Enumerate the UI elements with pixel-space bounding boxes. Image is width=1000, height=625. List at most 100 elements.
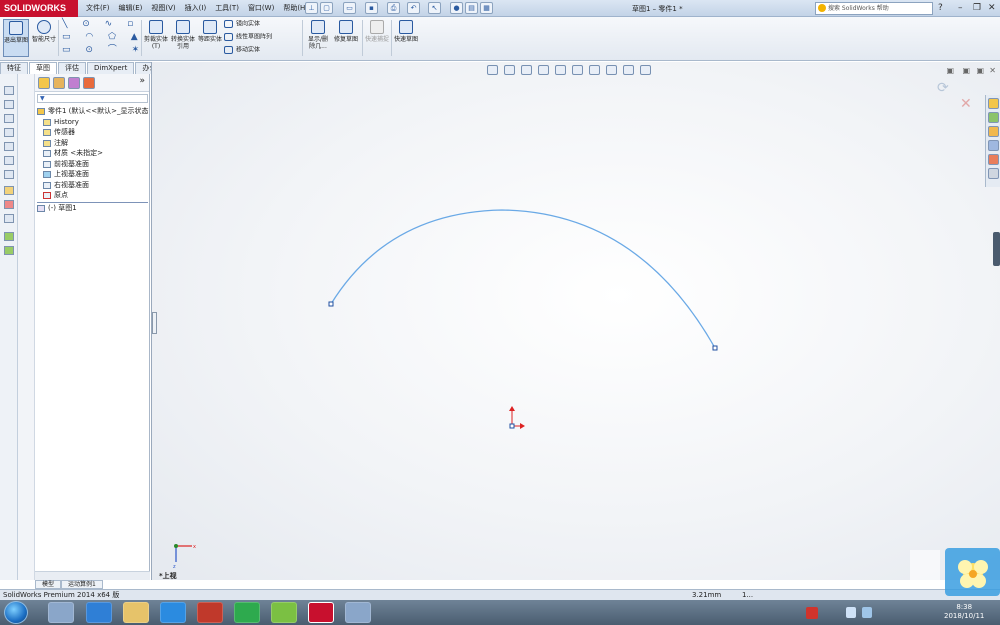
pin-icon[interactable]: ⊥ (305, 2, 318, 14)
tree-filter-input[interactable]: ▼ (37, 94, 148, 103)
tool-icon[interactable] (4, 156, 14, 165)
smart-dimension-button[interactable]: 智能尺寸 (31, 19, 57, 57)
help-icon[interactable]: ? (938, 3, 943, 13)
computer-icon[interactable] (48, 602, 74, 623)
tree-horizontal-scrollbar[interactable] (35, 571, 150, 580)
exit-sketch-button[interactable]: 退出草图 (3, 19, 29, 57)
move-entities-button[interactable]: 移动实体 (224, 46, 260, 55)
tree-item-sketch1[interactable]: (-) 草图1 (37, 202, 148, 213)
wps-sheet-icon[interactable] (234, 602, 260, 623)
tool-icon[interactable] (4, 142, 14, 151)
ie-browser-icon[interactable] (86, 602, 112, 623)
expand-arrows-icon[interactable]: » (139, 76, 145, 86)
tool-icon[interactable] (4, 170, 14, 179)
pdf-icon[interactable] (197, 602, 223, 623)
tree-item-right-plane[interactable]: 右视基准面 (43, 181, 89, 190)
tool-icon[interactable] (4, 114, 14, 123)
tool-icon[interactable] (4, 246, 14, 255)
system-clock[interactable]: 8:38 2018/10/11 (944, 603, 984, 621)
tree-item-origin[interactable]: 原点 (43, 191, 68, 200)
line-circle-spline-tools[interactable]: ╲ ⊙ ∿ ▫ (62, 20, 139, 29)
arc-endpoint[interactable] (712, 345, 718, 351)
security-tray-icon[interactable] (846, 607, 856, 618)
menu-window[interactable]: 窗口(W) (248, 3, 274, 14)
linear-pattern-button[interactable]: 线性草图阵列 (224, 33, 272, 42)
tree-item-history[interactable]: History (43, 118, 79, 127)
folder-icon[interactable] (123, 602, 149, 623)
property-manager-icon[interactable] (53, 77, 65, 89)
tab-dimxpert[interactable]: DimXpert (87, 62, 135, 74)
menu-tools[interactable]: 工具(T) (215, 3, 239, 14)
tool-icon[interactable] (4, 100, 14, 109)
tool-icon[interactable] (4, 232, 14, 241)
convert-entities-button[interactable]: 转换实体引用 (170, 19, 196, 57)
show-delete-relations-button[interactable]: 显示/删除几... (305, 19, 331, 57)
display-manager-icon[interactable] (83, 77, 95, 89)
graphics-area[interactable]: ▣ ▣ ▣ ✕ ⟳ ✕ x z *上视 (151, 62, 1000, 580)
appearances-icon[interactable] (988, 154, 999, 165)
tool-icon[interactable] (4, 214, 14, 223)
feature-manager-icon[interactable] (38, 77, 50, 89)
tree-item-front-plane[interactable]: 前视基准面 (43, 160, 89, 169)
repair-sketch-button[interactable]: 修复草图 (333, 19, 359, 57)
rect-arc-polygon-tools[interactable]: ▭ ◠ ⬠ ▲ (62, 33, 144, 42)
tray-app-icon[interactable] (806, 607, 818, 619)
arc-endpoint[interactable] (328, 301, 334, 307)
start-button[interactable] (4, 601, 28, 624)
tab-motion-study[interactable]: 运动算例1 (61, 580, 103, 589)
menu-insert[interactable]: 插入(I) (185, 3, 207, 14)
dimension-tool-icon[interactable] (4, 200, 14, 209)
print-icon[interactable]: ⎙ (387, 2, 400, 14)
tree-item-sensors[interactable]: 传感器 (43, 128, 75, 137)
design-library-icon[interactable] (988, 112, 999, 123)
open-icon[interactable]: ▭ (343, 2, 356, 14)
tree-item-material[interactable]: 材质 <未指定> (43, 149, 103, 158)
sketch-tool-icon[interactable] (4, 186, 14, 195)
new-icon[interactable]: ▢ (320, 2, 333, 14)
custom-properties-icon[interactable] (988, 168, 999, 179)
trim-entities-button[interactable]: 剪裁实体(T) (143, 19, 169, 57)
rebuild-icon[interactable]: ● (450, 2, 463, 14)
view-palette-icon[interactable] (988, 140, 999, 151)
slot-point-fillet-tools[interactable]: ▭ ⊙ ⌒ ✶ (62, 46, 145, 55)
menu-file[interactable]: 文件(F) (86, 3, 110, 14)
origin-marker[interactable] (509, 406, 525, 429)
minimize-icon[interactable]: – (958, 3, 963, 13)
options-icon[interactable]: ▦ (480, 2, 493, 14)
tree-item-annotations[interactable]: 注解 (43, 139, 68, 148)
restore-icon[interactable]: ❐ (973, 3, 981, 13)
resources-icon[interactable] (988, 98, 999, 109)
network-tray-icon[interactable] (862, 607, 872, 618)
panel-splitter-handle[interactable] (152, 312, 157, 334)
offset-entities-button[interactable]: 等距实体 (197, 19, 223, 57)
file-explorer-icon[interactable] (988, 126, 999, 137)
tool-task-icon[interactable] (345, 602, 371, 623)
tab-sketch[interactable]: 草图 (29, 62, 57, 74)
solidworks-logo[interactable]: SOLIDWORKS (0, 0, 78, 17)
browser-icon[interactable] (160, 602, 186, 623)
sketch-canvas[interactable]: x z (152, 62, 1000, 580)
close-icon[interactable]: ✕ (988, 3, 996, 13)
tree-item-top-plane[interactable]: 上视基准面 (43, 170, 89, 179)
image-viewer-icon[interactable] (271, 602, 297, 623)
tab-evaluate[interactable]: 评估 (58, 62, 86, 74)
sketch-arc[interactable] (330, 209, 716, 349)
tree-root[interactable]: 零件1 (默认<<默认>_显示状态 (37, 107, 149, 116)
tool-icon[interactable] (4, 86, 14, 95)
file-properties-icon[interactable]: ▤ (465, 2, 478, 14)
side-handle[interactable] (993, 232, 1000, 266)
solidworks-task-icon[interactable] (308, 602, 334, 623)
tab-model[interactable]: 模型 (35, 580, 62, 589)
save-icon[interactable]: ▪ (365, 2, 378, 14)
tab-features[interactable]: 特征 (0, 62, 28, 74)
undo-icon[interactable]: ↶ (407, 2, 420, 14)
menu-view[interactable]: 视图(V) (151, 3, 175, 14)
configuration-manager-icon[interactable] (68, 77, 80, 89)
mirror-entities-button[interactable]: 镜向实体 (224, 20, 260, 29)
tool-icon[interactable] (4, 128, 14, 137)
help-search-input[interactable]: 搜索 SolidWorks 帮助 (815, 2, 933, 15)
menu-edit[interactable]: 编辑(E) (119, 3, 143, 14)
select-icon[interactable]: ↖ (428, 2, 441, 14)
quick-snaps-button[interactable]: 快速捕捉 (364, 19, 390, 57)
rapid-sketch-button[interactable]: 快速草图 (393, 19, 419, 57)
